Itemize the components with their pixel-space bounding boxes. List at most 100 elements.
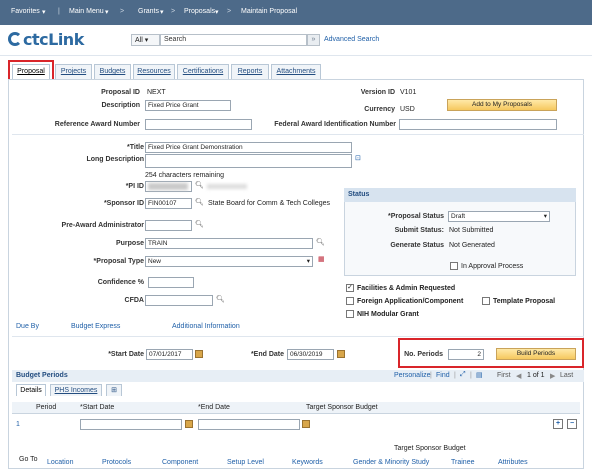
submit-status-value: Not Submitted (449, 227, 494, 234)
next-page-icon[interactable]: ▶ (550, 372, 555, 380)
pi-id-label: *PI ID (125, 183, 144, 190)
goto-trainee-link[interactable]: Trainee (451, 459, 474, 466)
tab-certifications[interactable]: Certifications (177, 64, 229, 79)
in-approval-checkbox[interactable] (450, 262, 458, 270)
description-field[interactable]: Fixed Price Grant (145, 100, 231, 111)
pre-award-admin-field[interactable] (145, 220, 192, 231)
template-proposal-checkbox[interactable] (482, 297, 490, 305)
tab-projects[interactable]: Projects (55, 64, 92, 79)
col-start-date: *Start Date (80, 404, 115, 411)
search-go-icon[interactable]: » (307, 34, 320, 46)
advanced-search-link[interactable]: Advanced Search (324, 36, 379, 43)
proposal-type-info-icon[interactable]: ▦ (318, 255, 325, 263)
purpose-lookup-icon[interactable]: 🔍︎ (316, 238, 325, 246)
budget-express-link[interactable]: Budget Express (71, 323, 120, 330)
proposal-type-value: New (148, 258, 162, 265)
delete-row-icon[interactable]: − (567, 419, 577, 429)
breadcrumb-current: Maintain Proposal (241, 8, 298, 15)
due-by-link[interactable]: Due By (16, 323, 39, 330)
download-icon[interactable]: ▤ (476, 371, 483, 379)
search-scope-select[interactable]: All ▾ (131, 34, 160, 46)
sponsor-lookup-icon[interactable]: 🔍︎ (195, 198, 204, 206)
goto-protocols-link[interactable]: Protocols (102, 459, 131, 466)
goto-setup-level-link[interactable]: Setup Level (227, 459, 264, 466)
confidence-label: Confidence % (97, 279, 144, 286)
generate-status-value: Not Generated (449, 242, 495, 249)
proposals-chevron-icon[interactable]: ▾ (215, 8, 219, 16)
favorites-menu[interactable]: Favorites (11, 8, 40, 15)
reference-award-label: Reference Award Number (54, 121, 140, 128)
row-start-date-field[interactable] (80, 419, 182, 430)
breadcrumb-sep-1: > (120, 8, 125, 15)
proposal-status-select[interactable]: Draft ▾ (448, 211, 550, 222)
first-label[interactable]: First (497, 372, 511, 379)
breadcrumb-proposals[interactable]: Proposals (184, 8, 215, 15)
add-row-icon[interactable]: + (553, 419, 563, 429)
search-input[interactable]: Search (160, 34, 307, 46)
start-date-calendar-icon[interactable] (195, 350, 203, 358)
main-menu[interactable]: Main Menu (69, 8, 104, 15)
expand-text-icon[interactable]: ⊡ (355, 154, 361, 162)
target-sponsor-budget-label: Target Sponsor Budget (394, 445, 466, 452)
row-start-calendar-icon[interactable] (185, 420, 193, 428)
end-date-calendar-icon[interactable] (337, 350, 345, 358)
foreign-app-label: Foreign Application/Component (357, 298, 464, 305)
tab-budgets[interactable]: Budgets (94, 64, 131, 79)
currency-label: Currency (364, 106, 395, 113)
goto-gender-minority-link[interactable]: Gender & Minority Study (353, 459, 429, 466)
find-link[interactable]: Find (436, 372, 450, 379)
main-menu-chevron-icon[interactable]: ▾ (105, 8, 109, 16)
pre-award-lookup-icon[interactable]: 🔍︎ (195, 220, 204, 228)
goto-keywords-link[interactable]: Keywords (292, 459, 323, 466)
grants-chevron-icon[interactable]: ▾ (160, 8, 164, 16)
sponsor-id-field[interactable]: FIN00107 (145, 198, 192, 209)
add-to-my-proposals-button[interactable]: Add to My Proposals (447, 99, 557, 111)
start-date-field[interactable]: 07/01/2017 (146, 349, 193, 360)
col-period: Period (36, 404, 57, 411)
foreign-app-checkbox[interactable] (346, 297, 354, 305)
purpose-field[interactable]: TRAIN (145, 238, 313, 249)
nih-modular-checkbox[interactable] (346, 310, 354, 318)
end-date-field[interactable]: 06/30/2019 (287, 349, 334, 360)
reference-award-field[interactable] (145, 119, 252, 130)
section-divider (12, 134, 584, 135)
subtab-details[interactable]: Details (16, 384, 46, 396)
top-nav-bar: Favorites ▾ | Main Menu ▾ > Grants ▾ > P… (0, 0, 592, 25)
ctclink-logo: ctcLink (8, 30, 84, 49)
show-all-columns-icon[interactable]: ⊞ (106, 384, 122, 396)
personalize-link[interactable]: Personalize (394, 372, 431, 379)
cfda-label: CFDA (124, 297, 144, 304)
logo-mark-icon (8, 32, 22, 46)
subtab-phs-incomes[interactable]: PHS Incomes (50, 384, 102, 396)
facilities-checkbox[interactable]: ✓ (346, 284, 354, 292)
pi-name-redacted (207, 184, 247, 189)
cfda-field[interactable] (145, 295, 213, 306)
proposal-status-chevron-icon: ▾ (543, 213, 547, 220)
row-end-calendar-icon[interactable] (302, 420, 310, 428)
last-label[interactable]: Last (560, 372, 573, 379)
proposal-id-label: Proposal ID (101, 89, 140, 96)
title-field[interactable]: Fixed Price Grant Demonstration (145, 142, 352, 153)
pi-lookup-icon[interactable]: 🔍︎ (195, 181, 204, 189)
federal-award-field[interactable] (399, 119, 557, 130)
goto-attributes-link[interactable]: Attributes (498, 459, 528, 466)
prev-page-icon[interactable]: ◀ (516, 372, 521, 380)
view-all-icon[interactable]: ⤢ (460, 371, 466, 379)
confidence-field[interactable] (148, 277, 194, 288)
pagination-text: 1 of 1 (527, 372, 545, 379)
proposal-id-value: NEXT (147, 89, 166, 96)
goto-location-link[interactable]: Location (47, 459, 73, 466)
long-description-field[interactable] (145, 154, 352, 168)
breadcrumb-grants[interactable]: Grants (138, 8, 159, 15)
additional-info-link[interactable]: Additional Information (172, 323, 240, 330)
tab-attachments[interactable]: Attachments (271, 64, 321, 79)
tab-resources[interactable]: Resources (133, 64, 175, 79)
cfda-lookup-icon[interactable]: 🔍︎ (216, 295, 225, 303)
favorites-chevron-icon[interactable]: ▾ (42, 8, 46, 16)
proposal-type-select[interactable]: New ▾ (145, 256, 313, 267)
row-end-date-field[interactable] (198, 419, 300, 430)
goto-component-link[interactable]: Component (162, 459, 198, 466)
tab-reports[interactable]: Reports (231, 64, 269, 79)
search-scope-value: All (135, 37, 143, 44)
grid-sep-3: | (470, 372, 472, 379)
